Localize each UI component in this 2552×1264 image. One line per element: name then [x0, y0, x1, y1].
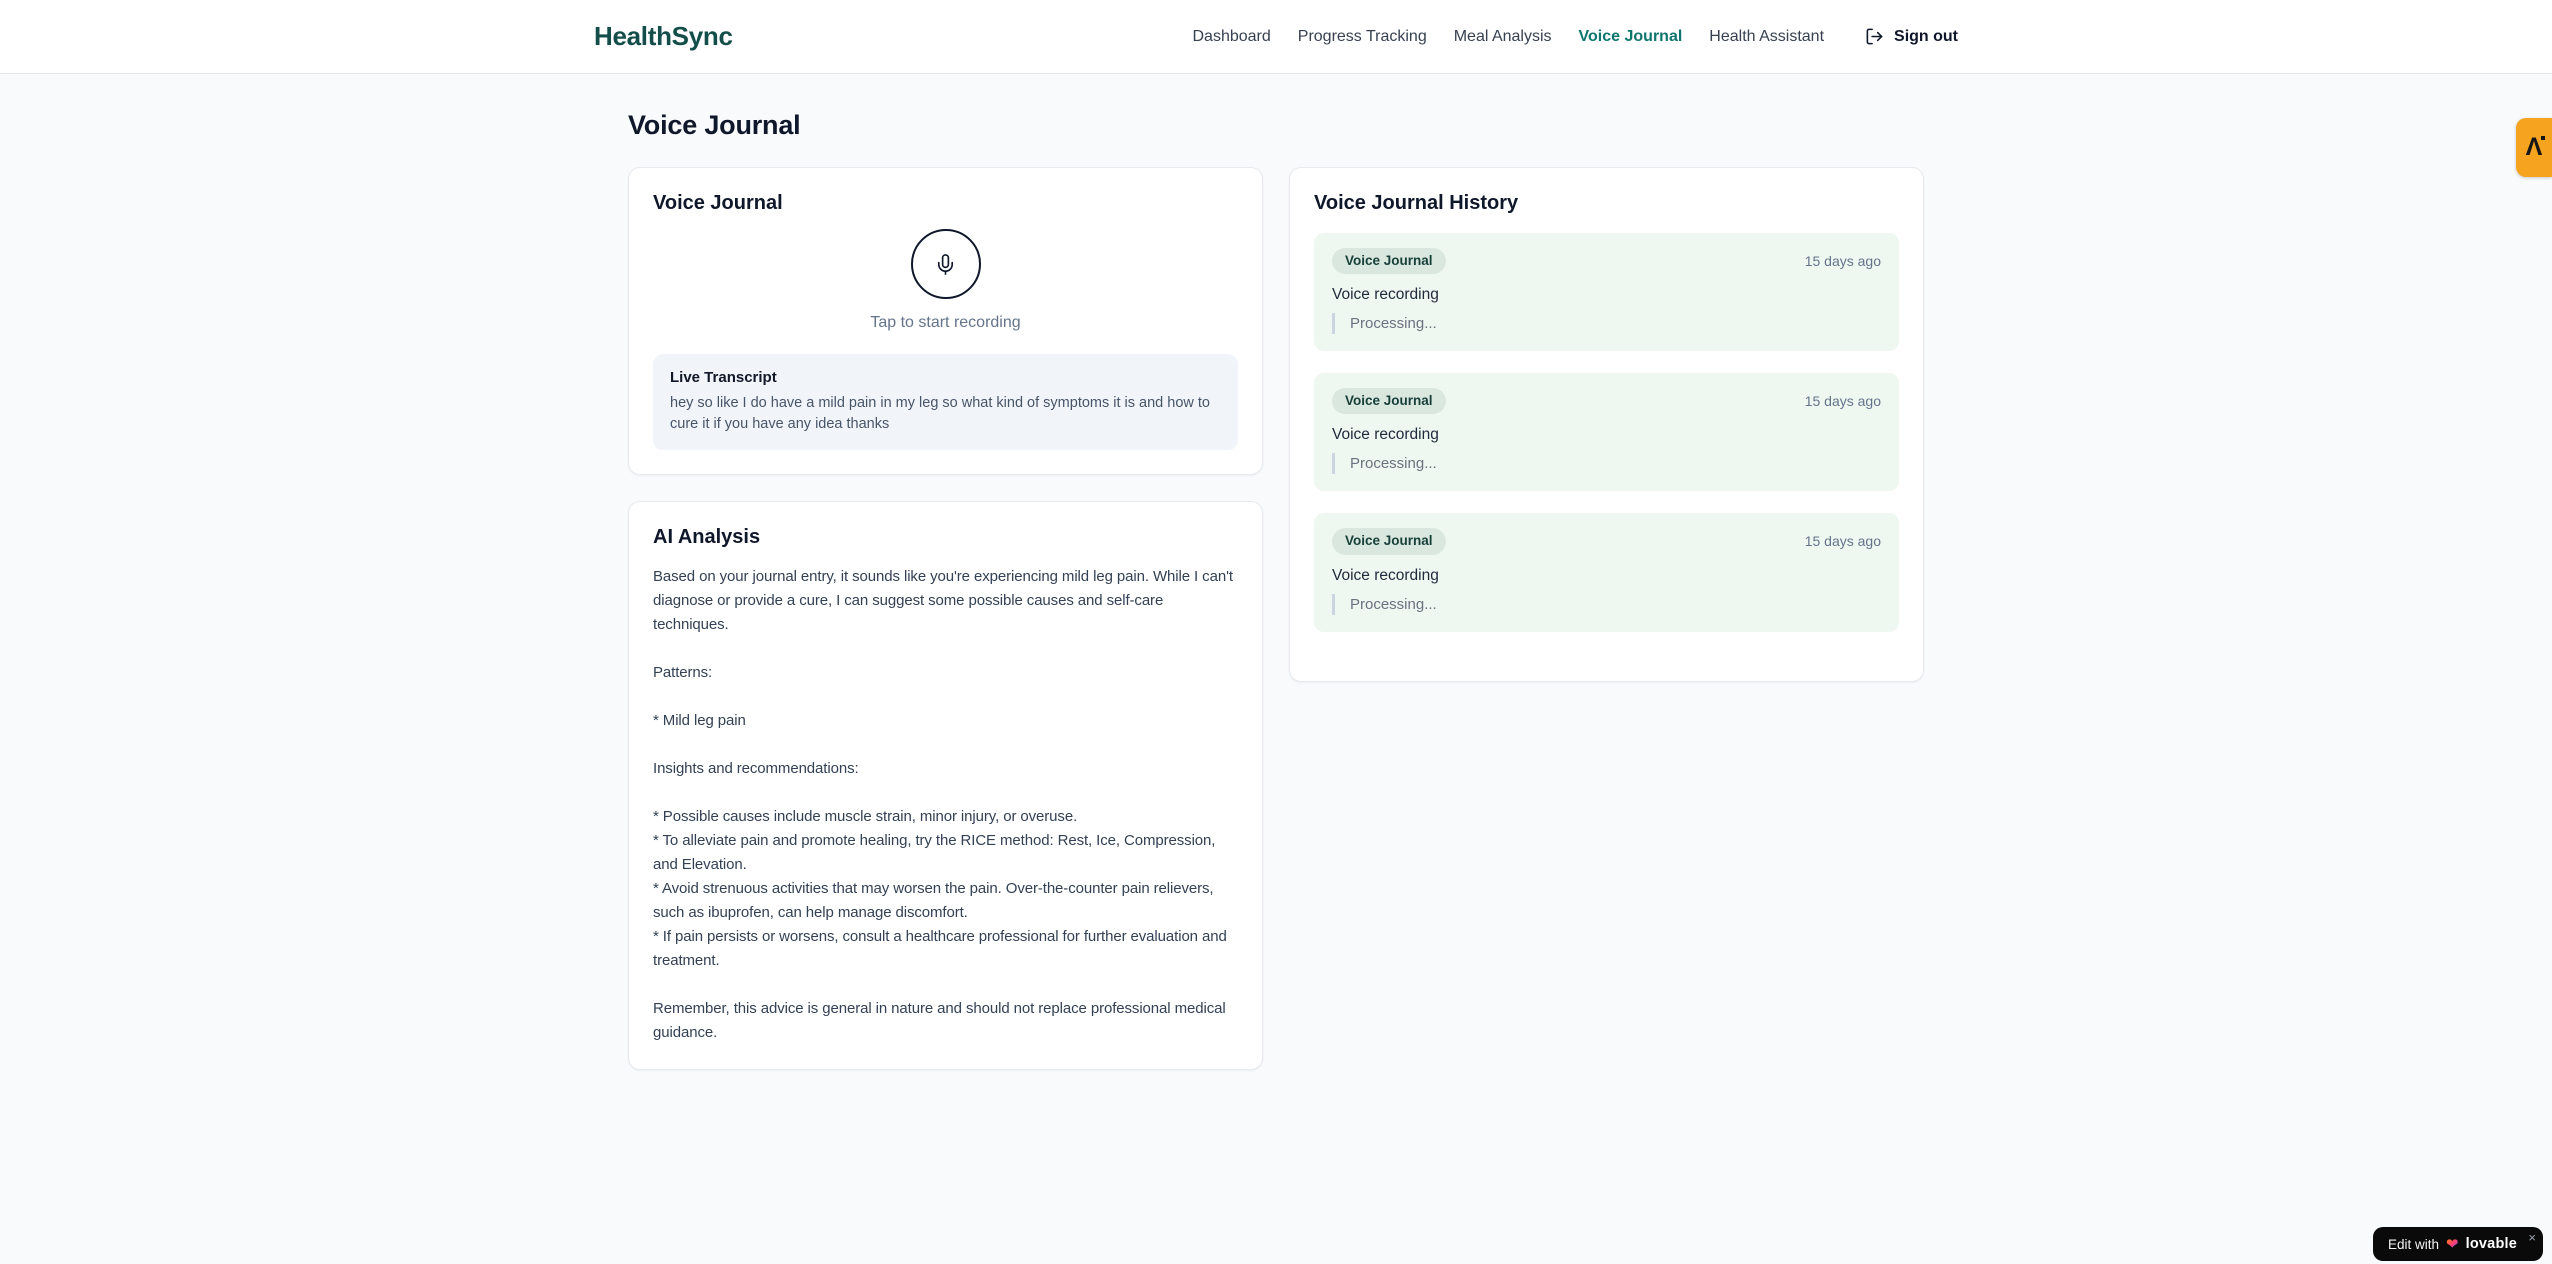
page-title: Voice Journal: [628, 110, 801, 140]
recorder-card-title: Voice Journal: [653, 192, 783, 214]
live-transcript-title: Live Transcript: [670, 369, 777, 386]
nav-item-voice-journal[interactable]: Voice Journal: [1579, 28, 1683, 46]
sign-out-button[interactable]: Sign out: [1865, 27, 1958, 46]
entry-type-badge: Voice Journal: [1332, 528, 1446, 555]
main-content: Voice Journal Voice Journal Tap to start…: [628, 74, 1924, 1071]
entry-type-badge: Voice Journal: [1332, 388, 1446, 415]
entry-status: Processing...: [1332, 453, 1881, 475]
content-grid: Voice Journal Tap to start recording Liv…: [628, 167, 1924, 1071]
ai-analysis-title: AI Analysis: [653, 526, 761, 549]
ai-analysis-body: Based on your journal entry, it sounds l…: [653, 568, 1233, 1042]
history-entry: Voice Journal 15 days ago Voice recordin…: [1314, 373, 1899, 492]
entry-type-badge: Voice Journal: [1332, 248, 1446, 275]
history-entry-header: Voice Journal 15 days ago: [1332, 528, 1881, 555]
entry-text: Voice recording: [1332, 566, 1439, 584]
microphone-icon: [934, 253, 957, 276]
voice-recorder-card: Voice Journal Tap to start recording Liv…: [628, 167, 1263, 476]
left-column: Voice Journal Tap to start recording Liv…: [628, 167, 1263, 1071]
nav-item-health-assistant[interactable]: Health Assistant: [1709, 28, 1824, 46]
brand-logo[interactable]: HealthSync: [594, 21, 733, 52]
edit-with-label: Edit with: [2388, 1236, 2440, 1252]
entry-timestamp: 15 days ago: [1804, 393, 1881, 410]
entry-status: Processing...: [1332, 313, 1881, 335]
history-card-title: Voice Journal History: [1314, 192, 1519, 214]
record-button[interactable]: [910, 229, 981, 299]
sign-out-icon: [1865, 27, 1884, 46]
nav-item-dashboard[interactable]: Dashboard: [1193, 28, 1271, 46]
ai-analysis-card: AI Analysis Based on your journal entry,…: [628, 501, 1263, 1071]
header-container: HealthSync Dashboard Progress Tracking M…: [594, 0, 1958, 73]
lovable-brand-label: lovable: [2465, 1236, 2517, 1252]
entry-text: Voice recording: [1332, 426, 1439, 444]
history-entries-list: Voice Journal 15 days ago Voice recordin…: [1314, 233, 1899, 657]
history-entry-header: Voice Journal 15 days ago: [1332, 388, 1881, 415]
mic-area: Tap to start recording: [653, 229, 1238, 332]
side-badge-logo-icon: Λ: [2525, 133, 2545, 161]
heart-icon: ❤: [2446, 1236, 2459, 1253]
lovable-close-button[interactable]: ×: [2528, 1231, 2536, 1244]
lovable-badge[interactable]: Edit with ❤ lovable ×: [2373, 1227, 2543, 1261]
entry-timestamp: 15 days ago: [1804, 253, 1881, 270]
tap-to-record-hint: Tap to start recording: [870, 314, 1021, 331]
live-transcript-box: Live Transcript hey so like I do have a …: [653, 354, 1238, 451]
history-entry: Voice Journal 15 days ago Voice recordin…: [1314, 513, 1899, 632]
live-transcript-text: hey so like I do have a mild pain in my …: [670, 395, 1210, 433]
nav-item-meal-analysis[interactable]: Meal Analysis: [1454, 28, 1552, 46]
nav-item-progress-tracking[interactable]: Progress Tracking: [1298, 28, 1427, 46]
main-nav: Dashboard Progress Tracking Meal Analysi…: [1193, 27, 1959, 46]
history-entry: Voice Journal 15 days ago Voice recordin…: [1314, 233, 1899, 352]
entry-status: Processing...: [1332, 593, 1881, 615]
right-column: Voice Journal History Voice Journal 15 d…: [1289, 167, 1924, 682]
entry-text: Voice recording: [1332, 286, 1439, 304]
sign-out-label: Sign out: [1894, 27, 1958, 45]
voice-journal-history-card: Voice Journal History Voice Journal 15 d…: [1289, 167, 1924, 682]
side-overlay-badge[interactable]: Λ: [2516, 118, 2552, 177]
history-entry-header: Voice Journal 15 days ago: [1332, 248, 1881, 275]
app-header: HealthSync Dashboard Progress Tracking M…: [0, 0, 2552, 74]
entry-timestamp: 15 days ago: [1804, 533, 1881, 550]
